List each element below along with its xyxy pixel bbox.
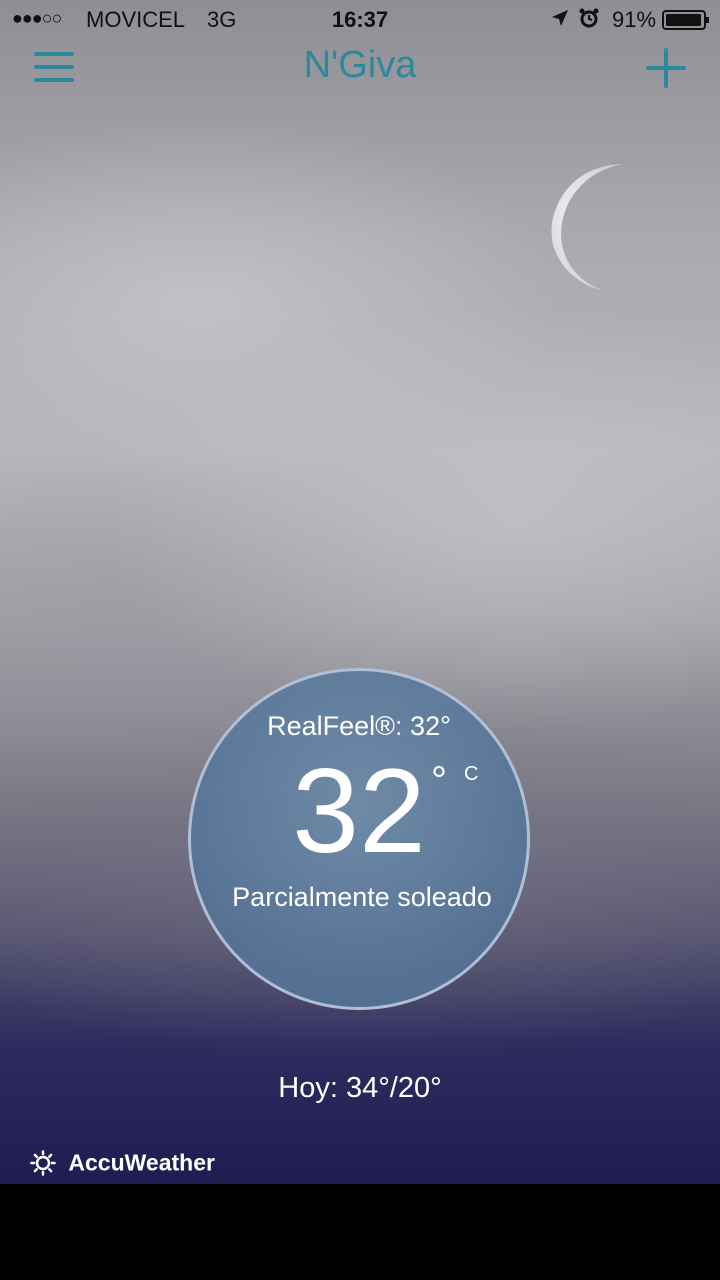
location-arrow-icon	[552, 10, 568, 26]
realfeel-temperature: RealFeel®: 32°	[267, 711, 451, 741]
add-location-button[interactable]	[644, 46, 688, 90]
sun-icon	[30, 1150, 56, 1176]
location-title[interactable]: N'Giva	[0, 44, 720, 87]
current-conditions-circle[interactable]: RealFeel®: 32° 32 ° C Parcialmente solea…	[188, 668, 530, 1010]
weather-screen: ●●●○○ MOVICEL 3G 16:37 91% N'Giva RealFe…	[0, 0, 720, 1184]
brand-name: AccuWeather	[68, 1149, 215, 1176]
crescent-moon-icon	[551, 164, 622, 290]
today-high-low[interactable]: Hoy: 34°/20°	[0, 1072, 720, 1105]
accuweather-logo[interactable]: AccuWeather	[30, 1148, 215, 1176]
status-bar: ●●●○○ MOVICEL 3G 16:37 91%	[0, 0, 720, 40]
degree-symbol: °	[431, 759, 447, 803]
temperature-unit: C	[464, 763, 479, 785]
battery-percentage: 91%	[612, 7, 657, 32]
battery-icon	[662, 10, 709, 30]
current-temperature: 32	[292, 744, 426, 878]
weather-condition: Parcialmente soleado	[232, 882, 492, 912]
nav-bar: N'Giva	[0, 40, 720, 100]
alarm-clock-icon	[579, 8, 599, 28]
